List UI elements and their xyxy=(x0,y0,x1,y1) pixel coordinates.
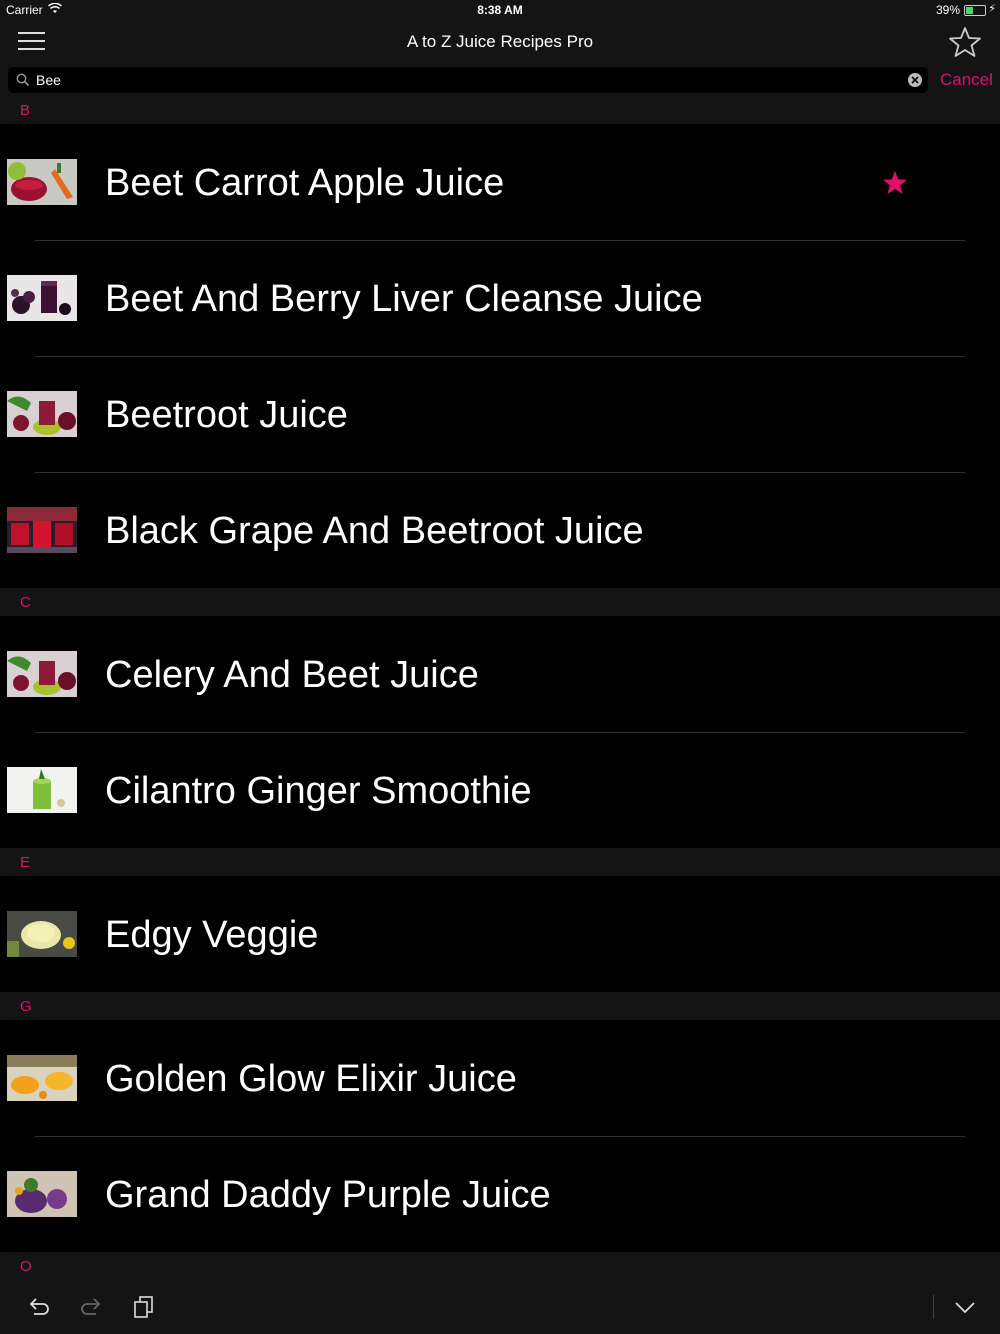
recipe-title: Beet And Berry Liver Cleanse Juice xyxy=(105,278,703,320)
recipe-title: Beet Carrot Apple Juice xyxy=(105,162,505,204)
section-header-e: E xyxy=(0,848,1000,876)
recipe-row[interactable]: Beetroot Juice xyxy=(0,356,1000,472)
navigation-bar: A to Z Juice Recipes Pro xyxy=(0,20,1000,64)
recipe-row[interactable]: Grand Daddy Purple Juice xyxy=(0,1136,1000,1252)
section-letter: C xyxy=(20,594,31,611)
status-bar: Carrier 8:38 AM 39% ⚡ xyxy=(0,0,1000,20)
status-time: 8:38 AM xyxy=(477,3,523,17)
recipe-title: Grand Daddy Purple Juice xyxy=(105,1174,551,1216)
page-title: A to Z Juice Recipes Pro xyxy=(406,32,594,51)
favorite-star-icon[interactable] xyxy=(880,168,910,198)
recipe-row[interactable]: Cilantro Ginger Smoothie xyxy=(0,732,1000,848)
favorites-star-icon[interactable] xyxy=(948,25,982,59)
section-header-c: C xyxy=(0,588,1000,616)
battery-percent: 39% xyxy=(935,3,960,17)
recipe-row[interactable]: Celery And Beet Juice xyxy=(0,616,1000,732)
recipe-title: Black Grape And Beetroot Juice xyxy=(105,510,644,552)
recipe-row[interactable]: Golden Glow Elixir Juice xyxy=(0,1020,1000,1136)
section-letter: G xyxy=(20,998,32,1015)
recipe-thumbnail xyxy=(7,651,77,697)
clipboard-icon[interactable] xyxy=(131,1294,157,1320)
recipe-title: Celery And Beet Juice xyxy=(105,654,479,696)
recipe-title: Beetroot Juice xyxy=(105,394,348,436)
section-letter: B xyxy=(20,102,31,119)
redo-icon[interactable] xyxy=(78,1294,104,1320)
chevron-down-icon[interactable] xyxy=(952,1294,978,1320)
recipe-row[interactable]: Edgy Veggie xyxy=(0,876,1000,992)
clear-search-icon[interactable] xyxy=(908,73,922,87)
battery-icon xyxy=(964,5,986,16)
recipe-thumbnail xyxy=(7,1171,77,1217)
search-bar: Cancel xyxy=(0,64,1000,96)
recipe-thumbnail xyxy=(7,159,77,205)
search-icon xyxy=(16,73,30,87)
section-header-g: G xyxy=(0,992,1000,1020)
section-header-o: O xyxy=(0,1252,1000,1280)
recipe-title: Edgy Veggie xyxy=(105,914,319,956)
section-header-b: B xyxy=(0,96,1000,124)
undo-icon[interactable] xyxy=(26,1294,52,1320)
recipe-row[interactable]: Black Grape And Beetroot Juice xyxy=(0,472,1000,588)
toolbar-divider xyxy=(933,1295,934,1319)
charging-icon: ⚡ xyxy=(988,3,996,15)
recipe-row[interactable]: Beet And Berry Liver Cleanse Juice xyxy=(0,240,1000,356)
search-input[interactable] xyxy=(36,70,896,90)
section-letter: E xyxy=(20,854,31,871)
recipe-row[interactable]: Beet Carrot Apple Juice xyxy=(0,124,1000,240)
recipe-thumbnail xyxy=(7,1055,77,1101)
search-field xyxy=(8,67,928,93)
recipe-thumbnail xyxy=(7,275,77,321)
cancel-button[interactable]: Cancel xyxy=(940,70,993,90)
recipe-thumbnail xyxy=(7,507,77,553)
recipe-thumbnail xyxy=(7,911,77,957)
section-letter: O xyxy=(20,1258,32,1275)
recipe-thumbnail xyxy=(7,767,77,813)
recipe-title: Golden Glow Elixir Juice xyxy=(105,1058,517,1100)
recipe-thumbnail xyxy=(7,391,77,437)
keyboard-toolbar xyxy=(0,1280,1000,1334)
recipe-title: Cilantro Ginger Smoothie xyxy=(105,770,532,812)
